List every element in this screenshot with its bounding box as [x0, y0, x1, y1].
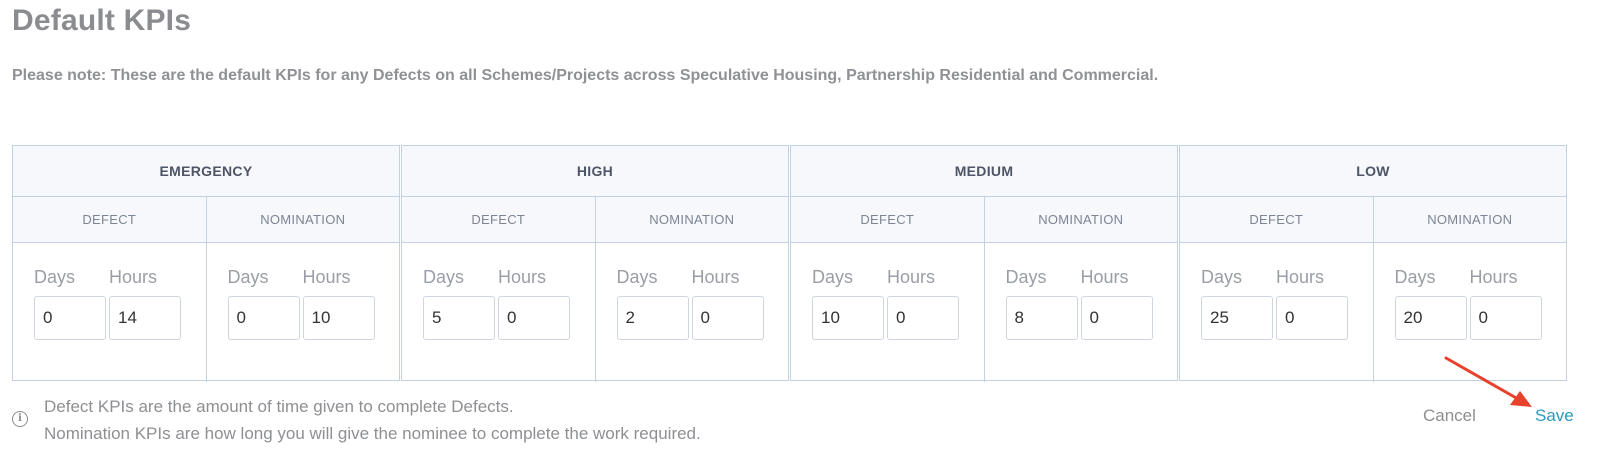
nomination-group: Days Hours [983, 243, 1178, 382]
nomination-subheading: NOMINATION [1372, 197, 1567, 242]
days-label: Days [616, 267, 658, 287]
days-label: Days [812, 267, 854, 287]
defect-subheading: DEFECT [471, 212, 526, 227]
nomination-kpi-help-text: Nomination KPIs are how long you will gi… [44, 424, 701, 443]
kpi-priority-heading: EMERGENCY [13, 146, 399, 197]
hours-label: Hours [887, 267, 936, 287]
page-title: Default KPIs [12, 4, 192, 37]
days-label: Days [1394, 267, 1436, 287]
nomination-group: Days Hours [594, 243, 789, 382]
hours-label: Hours [302, 267, 351, 287]
emergency-defect-hours-input[interactable] [109, 296, 181, 340]
days-label: Days [1201, 267, 1243, 287]
defect-group: Days Hours [13, 243, 206, 382]
hours-label: Hours [109, 267, 158, 287]
days-label: Days [34, 267, 76, 287]
hours-label: Hours [498, 267, 547, 287]
kpi-priority-heading: LOW [1180, 146, 1566, 197]
kpi-panel-emergency: EMERGENCY DEFECT NOMINATION Days Hours D… [12, 145, 400, 382]
days-label: Days [423, 267, 465, 287]
kpi-panel-high: HIGH DEFECT NOMINATION Days Hours Days H… [401, 145, 789, 382]
high-nomination-days-input[interactable] [616, 296, 689, 340]
annotation-arrow-icon [1444, 356, 1532, 407]
emergency-nomination-days-input[interactable] [227, 296, 300, 340]
nomination-subheading: NOMINATION [983, 197, 1178, 242]
medium-nomination-hours-input[interactable] [1080, 296, 1153, 340]
medium-defect-days-input[interactable] [812, 296, 884, 340]
high-nomination-hours-input[interactable] [691, 296, 764, 340]
defect-kpi-help-text: Defect KPIs are the amount of time given… [44, 397, 514, 416]
page-note: Please note: These are the default KPIs … [12, 67, 1159, 84]
nomination-subheading: NOMINATION [205, 197, 400, 242]
high-defect-hours-input[interactable] [498, 296, 570, 340]
kpi-panel-low: LOW DEFECT NOMINATION Days Hours Days Ho… [1179, 145, 1567, 382]
info-icon: i [12, 411, 28, 427]
nomination-subheading: NOMINATION [594, 197, 789, 242]
medium-nomination-days-input[interactable] [1005, 296, 1078, 340]
kpi-panel-medium: MEDIUM DEFECT NOMINATION Days Hours Days… [790, 145, 1178, 382]
nomination-group: Days Hours [205, 243, 400, 382]
defect-group: Days Hours [791, 243, 984, 382]
low-defect-hours-input[interactable] [1276, 296, 1348, 340]
hours-label: Hours [1469, 267, 1518, 287]
save-button[interactable]: Save [1535, 406, 1574, 426]
hours-label: Hours [1080, 267, 1129, 287]
hours-label: Hours [1276, 267, 1325, 287]
defect-subheading: DEFECT [82, 212, 137, 227]
days-label: Days [1005, 267, 1047, 287]
kpi-priority-heading: HIGH [402, 146, 788, 197]
defect-group: Days Hours [402, 243, 595, 382]
defect-subheading: DEFECT [860, 212, 915, 227]
low-nomination-hours-input[interactable] [1469, 296, 1542, 340]
kpi-priority-heading: MEDIUM [791, 146, 1177, 197]
emergency-nomination-hours-input[interactable] [302, 296, 375, 340]
defect-subheading: DEFECT [1249, 212, 1304, 227]
hours-label: Hours [691, 267, 740, 287]
high-defect-days-input[interactable] [423, 296, 495, 340]
low-defect-days-input[interactable] [1201, 296, 1273, 340]
low-nomination-days-input[interactable] [1394, 296, 1467, 340]
medium-defect-hours-input[interactable] [887, 296, 959, 340]
defect-group: Days Hours [1180, 243, 1373, 382]
days-label: Days [227, 267, 269, 287]
emergency-defect-days-input[interactable] [34, 296, 106, 340]
